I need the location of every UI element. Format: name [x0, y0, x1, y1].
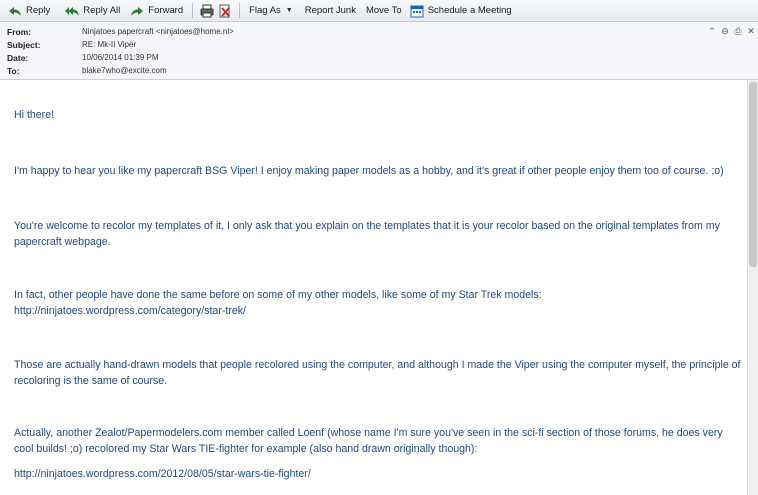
flag-as-button[interactable]: Flag As ▼: [245, 1, 297, 20]
delete-icon: [219, 4, 230, 17]
tie-fighter-link[interactable]: http://ninjatoes.wordpress.com/2012/08/0…: [14, 467, 741, 483]
from-value[interactable]: Ninjatoes papercraft <ninjatoes@home.nl>: [82, 27, 234, 36]
calendar-icon: [410, 5, 424, 17]
forward-icon: [131, 6, 144, 16]
schedule-meeting-label: Schedule a Meeting: [427, 5, 512, 16]
reply-label: Reply: [26, 5, 51, 16]
flag-as-label: Flag As: [249, 5, 281, 16]
body-paragraph: You're welcome to recolor my templates o…: [14, 220, 720, 248]
greeting-paragraph: Hi there!: [14, 109, 55, 121]
message-toolbar: Reply Reply All Forward Flag As ▼ Report…: [0, 0, 758, 22]
body-paragraph: I'm happy to hear you like my papercraft…: [14, 165, 724, 177]
date-value: 10/06/2014 01:39 PM: [82, 53, 159, 62]
toolbar-divider: [192, 3, 194, 18]
forward-button[interactable]: Forward: [126, 1, 187, 20]
scrollbar-thumb[interactable]: [749, 82, 757, 267]
print-icon[interactable]: ⎙: [733, 26, 743, 37]
vertical-scrollbar[interactable]: [747, 80, 758, 495]
close-icon[interactable]: ✕: [746, 26, 756, 37]
report-junk-label: Report Junk: [304, 5, 356, 16]
report-junk-button[interactable]: Report Junk: [301, 1, 360, 20]
toolbar-divider: [239, 3, 241, 18]
date-label: Date:: [7, 52, 29, 63]
message-header: From: Ninjatoes papercraft <ninjatoes@ho…: [0, 22, 758, 80]
delete-button[interactable]: [216, 1, 234, 20]
reply-all-icon: [65, 6, 80, 16]
subject-value: RE: Mk-II Viper: [82, 40, 137, 49]
from-label: From:: [7, 26, 32, 37]
message-body: Hi there! I'm happy to hear you like my …: [0, 80, 748, 495]
chevron-down-icon: ▼: [285, 7, 293, 14]
collapse-icon[interactable]: ⌃: [707, 26, 717, 37]
move-to-button[interactable]: Move To: [362, 1, 406, 20]
from-row: From: Ninjatoes papercraft <ninjatoes@ho…: [7, 25, 234, 38]
header-icons: ⌃ ⊖ ⎙ ✕: [707, 26, 756, 37]
lock-icon[interactable]: ⊖: [720, 26, 730, 37]
to-row: To: blake7who@excite.com: [7, 64, 167, 77]
reply-all-button[interactable]: Reply All: [61, 1, 124, 20]
to-value[interactable]: blake7who@excite.com: [82, 66, 167, 75]
move-to-label: Move To: [365, 5, 402, 16]
reply-all-label: Reply All: [83, 5, 121, 16]
date-row: Date: 10/06/2014 01:39 PM: [7, 51, 159, 64]
body-paragraph: In fact, other people have done the same…: [14, 289, 542, 317]
forward-label: Forward: [148, 5, 184, 16]
reply-button[interactable]: Reply: [4, 1, 54, 20]
to-label: To:: [7, 65, 20, 76]
printer-icon: [200, 4, 214, 17]
subject-label: Subject:: [7, 39, 41, 50]
subject-row: Subject: RE: Mk-II Viper: [7, 38, 136, 51]
body-paragraph: Actually, another Zealot/Papermodelers.c…: [14, 427, 723, 455]
schedule-meeting-button[interactable]: Schedule a Meeting: [406, 1, 516, 20]
print-button[interactable]: [198, 1, 216, 20]
reply-icon: [9, 6, 21, 16]
body-paragraph: Those are actually hand-drawn models tha…: [14, 359, 741, 387]
